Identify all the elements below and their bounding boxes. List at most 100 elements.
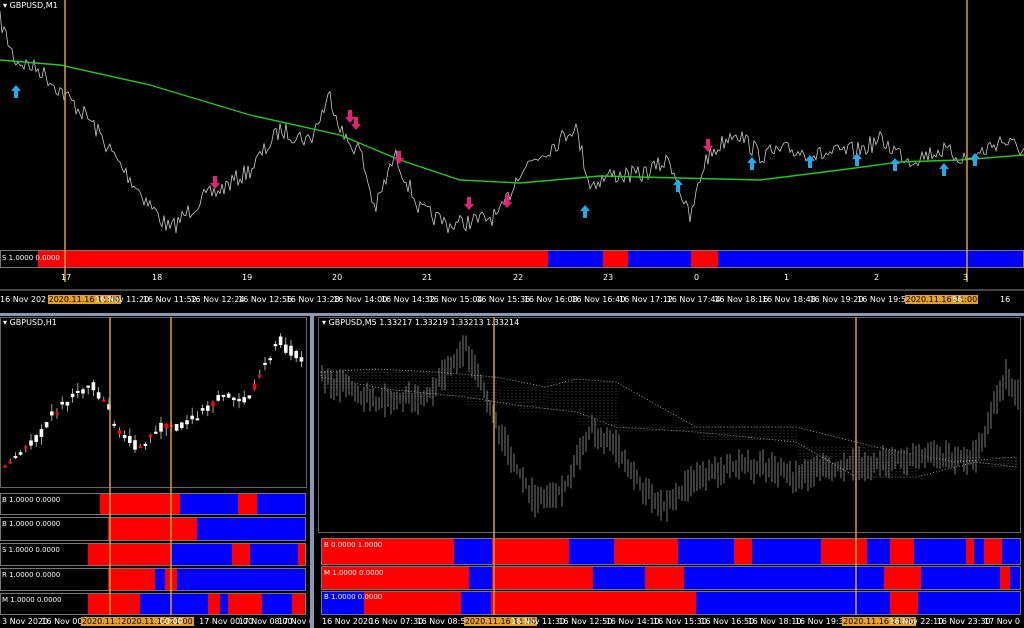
time-tick: 16 Nov 23:30 bbox=[936, 617, 991, 626]
buy-arrow-icon bbox=[673, 179, 683, 192]
signal-bar-segment bbox=[548, 251, 603, 267]
price-line bbox=[0, 10, 1024, 233]
window-border bbox=[0, 313, 1024, 316]
day-mark: 1 bbox=[784, 273, 790, 282]
time-tick: 16 Nov 18:48 bbox=[761, 295, 816, 304]
price-chart-h1[interactable] bbox=[0, 317, 310, 628]
indicator-bar-b-segment bbox=[454, 539, 492, 564]
time-tick: 16 Nov 202 bbox=[0, 295, 47, 304]
indicator-bar-b-segment bbox=[966, 539, 974, 564]
candle bbox=[8, 461, 12, 464]
time-tick: 00:00 bbox=[159, 617, 183, 626]
day-mark: 20 bbox=[332, 273, 343, 282]
indicator-bar-2-segment bbox=[197, 518, 306, 540]
indicator-label: B 1.0000 0.0000 bbox=[2, 520, 61, 528]
buy-arrow-icon bbox=[11, 85, 21, 98]
candle bbox=[289, 345, 293, 356]
indicator-bar-5-segment bbox=[228, 594, 262, 614]
indicator-bar-b2-segment bbox=[491, 592, 696, 614]
time-tick: 16 Nov 15:36 bbox=[476, 295, 531, 304]
day-mark: 23 bbox=[603, 273, 614, 282]
day-mark: 21 bbox=[422, 273, 433, 282]
indicator-bar-b-segment bbox=[821, 539, 867, 564]
candle bbox=[81, 389, 85, 394]
indicator-bar-b-segment bbox=[752, 539, 821, 564]
candle bbox=[159, 422, 163, 432]
candle bbox=[112, 423, 116, 426]
chart-frame bbox=[318, 317, 1021, 533]
price-chart-m1[interactable] bbox=[0, 0, 1024, 305]
signal-bar-segment bbox=[38, 251, 548, 267]
indicator-label: M 1.0000 0.0000 bbox=[2, 596, 62, 604]
time-tick: 16 Nov 22:10 bbox=[889, 617, 944, 626]
indicator-bar-b2-segment bbox=[696, 592, 890, 614]
candle bbox=[29, 440, 33, 446]
chart-frame bbox=[0, 317, 307, 488]
candle bbox=[76, 390, 80, 393]
buy-arrow-icon bbox=[805, 155, 815, 168]
buy-arrow-icon bbox=[890, 158, 900, 171]
signal-bar-segment bbox=[691, 251, 718, 267]
window-title: ▾ GBPUSD,M5 1.33217 1.33219 1.33213 1.33… bbox=[322, 318, 520, 327]
time-tick: 16 Nov 08:50 bbox=[416, 617, 471, 626]
candle bbox=[258, 374, 262, 377]
indicator-bar-m-segment bbox=[469, 567, 492, 589]
candle bbox=[174, 424, 179, 431]
candle bbox=[185, 420, 189, 425]
candle bbox=[206, 405, 210, 411]
candle bbox=[148, 434, 153, 438]
indicator-bar-4-segment bbox=[155, 569, 165, 590]
candle bbox=[3, 465, 7, 468]
indicator-label: M 1.0000 0.0000 bbox=[324, 569, 384, 577]
candle bbox=[284, 344, 288, 353]
indicator-bar-3-segment bbox=[298, 544, 306, 565]
time-tick: 16 Nov 17:12 bbox=[619, 295, 673, 304]
window-title: ▾ GBPUSD,M1 bbox=[3, 1, 58, 10]
time-tick: 16 Nov 16:08 bbox=[523, 295, 578, 304]
candle bbox=[252, 383, 257, 390]
candle bbox=[195, 418, 200, 421]
indicator-bar-b-segment bbox=[614, 539, 678, 564]
time-tick: 16 Nov 15:30 bbox=[653, 617, 707, 626]
sell-arrow-icon bbox=[703, 139, 713, 152]
candle bbox=[55, 412, 59, 415]
indicator-bar-1-segment bbox=[238, 494, 257, 514]
indicator-bar-3-segment bbox=[232, 544, 250, 565]
chart-window-gbpusd-m5[interactable]: ▾ GBPUSD,M5 1.33217 1.33219 1.33213 1.33… bbox=[316, 317, 1024, 628]
indicator-bar-4-segment bbox=[108, 569, 155, 590]
indicator-bar-5-segment bbox=[292, 594, 306, 614]
candle bbox=[190, 415, 194, 420]
indicator-bar-b-segment bbox=[890, 539, 914, 564]
sell-arrow-icon bbox=[210, 176, 220, 189]
indicator-bar-b-segment bbox=[678, 539, 734, 564]
candle bbox=[200, 408, 205, 411]
sell-arrow-icon bbox=[345, 110, 355, 123]
time-tick: 16 Nov 17:44 bbox=[666, 295, 721, 304]
indicator-bar-b-segment bbox=[974, 539, 984, 564]
chart-window-gbpusd-m1[interactable]: ▾ GBPUSD,M1 S 1.0000 0.0000 17 18 19 20 21 22… bbox=[0, 0, 1024, 305]
indicator-bar-1-segment bbox=[180, 494, 238, 514]
indicator-bar-4-segment bbox=[177, 569, 306, 590]
candle bbox=[154, 431, 158, 434]
chart-window-gbpusd-h1[interactable]: ▾ GBPUSD,H1 B 1.0000 0.0000 B 1.0000 0.0… bbox=[0, 317, 310, 628]
candle bbox=[91, 382, 96, 391]
window-border bbox=[310, 316, 314, 628]
sell-arrow-icon bbox=[464, 197, 474, 210]
signal-bar-segment bbox=[603, 251, 628, 267]
day-mark: 19 bbox=[242, 273, 253, 282]
price-chart-m5[interactable] bbox=[316, 317, 1024, 628]
indicator-label: R 1.0000 0.0000 bbox=[2, 571, 61, 579]
candle bbox=[24, 446, 28, 449]
indicator-bar-3-segment bbox=[170, 544, 232, 565]
candle bbox=[122, 434, 127, 439]
indicator-label: B 0.0000 1.0000 bbox=[324, 541, 383, 549]
time-tick: 16 Nov 19:20 bbox=[809, 295, 864, 304]
indicator-bar-b-segment bbox=[914, 539, 966, 564]
day-mark: 22 bbox=[513, 273, 524, 282]
buy-arrow-icon bbox=[580, 205, 590, 218]
candle bbox=[44, 422, 49, 428]
time-tick: 16 Nov 00: bbox=[41, 617, 86, 626]
candle bbox=[70, 393, 75, 398]
candle bbox=[60, 401, 64, 405]
candle bbox=[216, 395, 220, 401]
